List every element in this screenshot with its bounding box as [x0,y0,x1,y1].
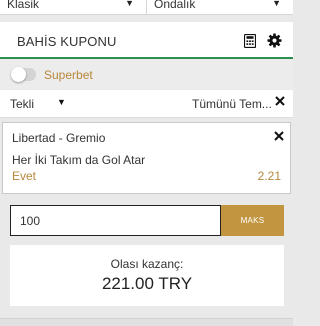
caret-down-icon[interactable]: ▼ [57,97,66,107]
clear-all-link[interactable]: Tümünü Tem... [192,97,272,111]
caret-down-icon: ▼ [272,0,281,8]
superbet-row: Superbet [0,60,293,89]
bet-type-select-value: Klasik [7,0,40,11]
market-name: Her İki Takım da Gol Atar [12,153,146,167]
selection-odds: 2.21 [257,169,281,183]
betslip-mode-row: Tekli ▼ Tümünü Tem... [0,90,293,118]
bet-card: Libertad - Gremio Her İki Takım da Gol A… [2,122,291,194]
remove-bet-icon[interactable] [274,131,284,141]
toggle-knob [11,67,26,82]
top-selects-bar: Klasik ▼ Ondalık ▼ [0,0,293,15]
gear-icon[interactable] [267,33,282,48]
betslip-title: BAHİS KUPONU [17,34,117,49]
potential-win-label: Olası kazanç: [110,257,184,271]
bet-type-select[interactable]: Klasik ▼ [0,0,147,14]
potential-win-box: Olası kazanç: 221.00 TRY [10,245,284,306]
selection-name: Evet [12,169,37,183]
odds-format-select-value: Ondalık [154,0,196,11]
match-name: Libertad - Gremio [12,131,106,145]
odds-format-select[interactable]: Ondalık ▼ [147,0,293,14]
potential-win-value: 221.00 TRY [101,274,193,293]
superbet-label: Superbet [44,68,93,82]
max-stake-button[interactable]: MAKS [221,205,284,236]
calculator-icon[interactable] [244,34,256,48]
close-icon[interactable] [275,96,285,106]
caret-down-icon: ▼ [125,0,134,8]
bet-mode-select-value[interactable]: Tekli [10,97,34,111]
betslip-header: BAHİS KUPONU [0,22,293,59]
superbet-toggle[interactable] [11,67,36,82]
stake-input[interactable] [10,205,221,236]
